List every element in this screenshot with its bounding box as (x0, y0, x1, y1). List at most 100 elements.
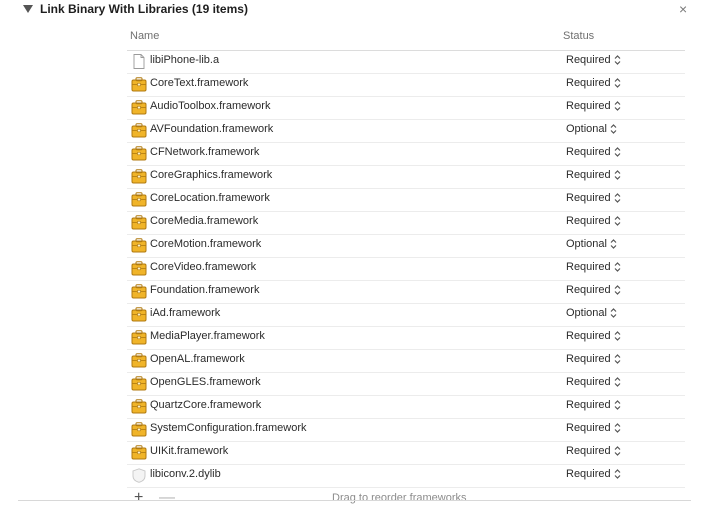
framework-icon (131, 215, 147, 230)
framework-icon (131, 330, 147, 345)
library-name: SystemConfiguration.framework (150, 422, 307, 434)
dylib-icon (131, 468, 147, 483)
status-value: Required (566, 468, 611, 480)
library-name: Foundation.framework (150, 284, 260, 296)
build-phase-header[interactable]: Link Binary With Libraries (19 items) × (0, 0, 705, 20)
drag-hint: Drag to reorder frameworks (332, 492, 467, 504)
status-popup[interactable]: Required (566, 169, 621, 181)
up-down-chevron-icon (614, 422, 621, 434)
table-row[interactable]: CoreLocation.framework Required (127, 189, 685, 212)
table-row[interactable]: SystemConfiguration.framework Required (127, 419, 685, 442)
library-rows: libiPhone-lib.a Required CoreText.framewor… (127, 51, 685, 488)
up-down-chevron-icon (610, 123, 617, 135)
status-popup[interactable]: Required (566, 192, 621, 204)
library-name: AudioToolbox.framework (150, 100, 271, 112)
status-value: Required (566, 215, 611, 227)
status-value: Optional (566, 307, 607, 319)
table-row[interactable]: MediaPlayer.framework Required (127, 327, 685, 350)
library-name: CoreMedia.framework (150, 215, 259, 227)
framework-icon (131, 445, 147, 460)
library-name: libiPhone-lib.a (150, 54, 220, 66)
library-name: CoreText.framework (150, 77, 249, 89)
library-name: QuartzCore.framework (150, 399, 262, 411)
status-popup[interactable]: Required (566, 284, 621, 296)
file-icon (131, 54, 147, 69)
up-down-chevron-icon (614, 100, 621, 112)
up-down-chevron-icon (614, 445, 621, 457)
status-value: Required (566, 422, 611, 434)
status-value: Required (566, 100, 611, 112)
table-row[interactable]: iAd.framework Optional (127, 304, 685, 327)
status-popup[interactable]: Optional (566, 238, 617, 250)
up-down-chevron-icon (614, 192, 621, 204)
status-popup[interactable]: Required (566, 376, 621, 388)
table-row[interactable]: AudioToolbox.framework Required (127, 97, 685, 120)
library-name: UIKit.framework (150, 445, 229, 457)
framework-icon (131, 100, 147, 115)
status-value: Optional (566, 123, 607, 135)
status-popup[interactable]: Required (566, 399, 621, 411)
table-row[interactable]: OpenGLES.framework Required (127, 373, 685, 396)
status-popup[interactable]: Required (566, 215, 621, 227)
table-row[interactable]: CFNetwork.framework Required (127, 143, 685, 166)
status-popup[interactable]: Required (566, 100, 621, 112)
disclosure-triangle-icon[interactable] (23, 5, 33, 13)
up-down-chevron-icon (614, 376, 621, 388)
status-popup[interactable]: Required (566, 330, 621, 342)
status-popup[interactable]: Required (566, 353, 621, 365)
table-row[interactable]: CoreVideo.framework Required (127, 258, 685, 281)
status-popup[interactable]: Required (566, 422, 621, 434)
framework-icon (131, 261, 147, 276)
table-row[interactable]: QuartzCore.framework Required (127, 396, 685, 419)
status-popup[interactable]: Required (566, 146, 621, 158)
table-row[interactable]: CoreMotion.framework Optional (127, 235, 685, 258)
status-popup[interactable]: Optional (566, 307, 617, 319)
up-down-chevron-icon (614, 215, 621, 227)
delete-phase-icon[interactable]: × (679, 1, 687, 17)
add-library-button[interactable]: + (134, 488, 143, 508)
framework-icon (131, 353, 147, 368)
status-popup[interactable]: Required (566, 77, 621, 89)
up-down-chevron-icon (614, 468, 621, 480)
status-value: Required (566, 284, 611, 296)
up-down-chevron-icon (614, 54, 621, 66)
status-popup[interactable]: Optional (566, 123, 617, 135)
framework-icon (131, 123, 147, 138)
status-value: Required (566, 146, 611, 158)
framework-icon (131, 192, 147, 207)
library-name: CFNetwork.framework (150, 146, 260, 158)
table-row[interactable]: UIKit.framework Required (127, 442, 685, 465)
framework-icon (131, 238, 147, 253)
status-popup[interactable]: Required (566, 54, 621, 66)
table-row[interactable]: AVFoundation.framework Optional (127, 120, 685, 143)
table-row[interactable]: OpenAL.framework Required (127, 350, 685, 373)
section-divider (18, 500, 691, 501)
status-popup[interactable]: Required (566, 445, 621, 457)
table-row[interactable]: CoreText.framework Required (127, 74, 685, 97)
framework-icon (131, 77, 147, 92)
status-value: Required (566, 376, 611, 388)
up-down-chevron-icon (610, 307, 617, 319)
status-popup[interactable]: Required (566, 468, 621, 480)
library-name: OpenAL.framework (150, 353, 245, 365)
status-popup[interactable]: Required (566, 261, 621, 273)
table-row[interactable]: Foundation.framework Required (127, 281, 685, 304)
table-row[interactable]: CoreMedia.framework Required (127, 212, 685, 235)
up-down-chevron-icon (614, 77, 621, 89)
table-row[interactable]: libiPhone-lib.a Required (127, 51, 685, 74)
library-name: libiconv.2.dylib (150, 468, 221, 480)
table-row[interactable]: libiconv.2.dylib Required (127, 465, 685, 488)
library-name: CoreVideo.framework (150, 261, 257, 273)
remove-library-button[interactable]: — (159, 488, 175, 508)
up-down-chevron-icon (614, 146, 621, 158)
library-name: OpenGLES.framework (150, 376, 261, 388)
table-row[interactable]: CoreGraphics.framework Required (127, 166, 685, 189)
library-name: CoreMotion.framework (150, 238, 262, 250)
library-name: CoreLocation.framework (150, 192, 270, 204)
name-column-header[interactable]: Name (130, 30, 159, 42)
status-column-header[interactable]: Status (563, 30, 594, 42)
status-value: Required (566, 445, 611, 457)
status-value: Required (566, 77, 611, 89)
framework-icon (131, 307, 147, 322)
up-down-chevron-icon (614, 399, 621, 411)
